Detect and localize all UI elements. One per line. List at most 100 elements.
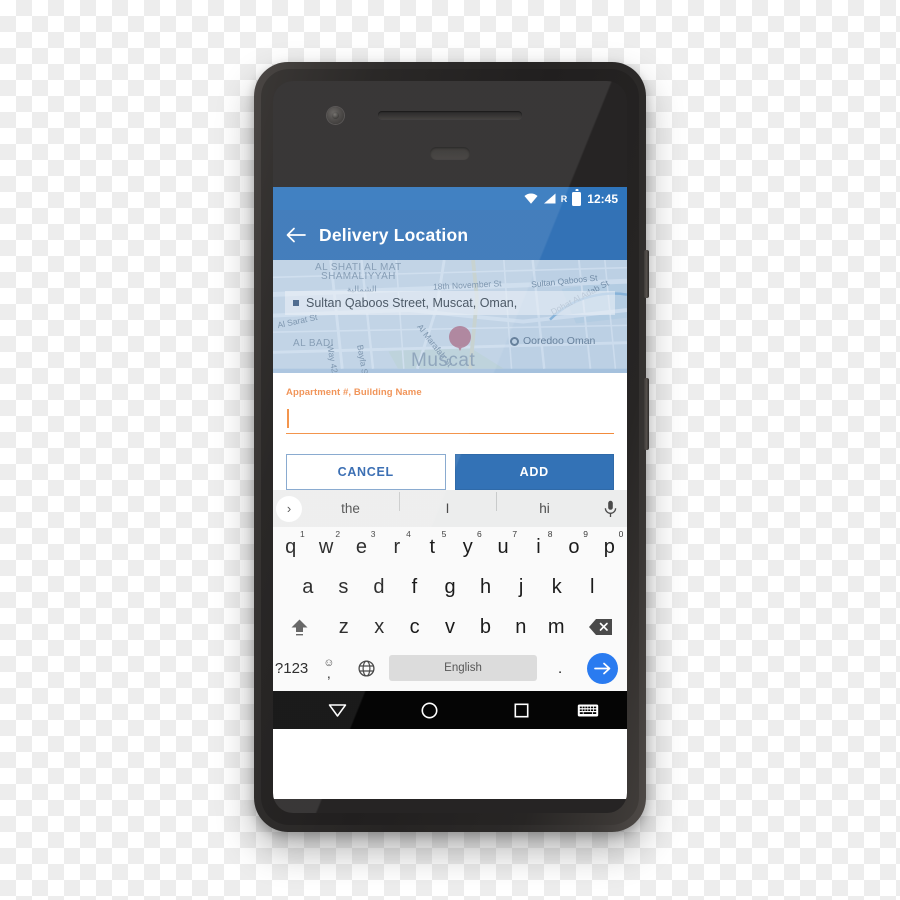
back-arrow-icon[interactable] bbox=[273, 227, 319, 243]
power-button[interactable] bbox=[644, 250, 649, 298]
key-number: 9 bbox=[583, 529, 588, 539]
key-number: 6 bbox=[476, 529, 482, 539]
key-number: 1 bbox=[299, 529, 305, 539]
key-label: u bbox=[497, 535, 509, 558]
signal-icon bbox=[543, 193, 556, 204]
app-bar: Delivery Location bbox=[273, 210, 627, 260]
key-u[interactable]: 7u bbox=[485, 527, 520, 567]
key-i[interactable]: 8i bbox=[521, 527, 556, 567]
key-number: 0 bbox=[618, 529, 624, 539]
suggestion-list: the I hi bbox=[302, 492, 593, 516]
square-icon[interactable] bbox=[501, 691, 541, 729]
triangle-down-icon[interactable] bbox=[317, 691, 357, 729]
key-r[interactable]: 4r bbox=[379, 527, 414, 567]
map-location-pin-icon bbox=[449, 326, 471, 351]
key-f[interactable]: f bbox=[397, 567, 433, 607]
suggestion-strip: › the I hi bbox=[273, 490, 627, 527]
cancel-button[interactable]: CANCEL bbox=[286, 454, 446, 490]
key-v[interactable]: v bbox=[432, 607, 467, 647]
key-label: y bbox=[462, 535, 473, 558]
keyboard-row-4: ?123 ☺ , English . bbox=[273, 647, 627, 689]
phone-device-frame: R 12:45 Delivery Location AL SHATI AL MA… bbox=[254, 62, 649, 832]
keyboard-row-1: 1q 2w 3e 4r 5t 6y 7u 8i 9o 0p bbox=[273, 527, 627, 567]
roaming-indicator: R bbox=[560, 193, 568, 204]
key-number: 8 bbox=[547, 529, 553, 539]
symbols-key[interactable]: ?123 bbox=[273, 647, 310, 689]
enter-key[interactable] bbox=[579, 652, 627, 684]
volume-rocker-button[interactable] bbox=[644, 378, 649, 450]
key-d[interactable]: d bbox=[361, 567, 397, 607]
key-label: q bbox=[285, 535, 297, 558]
phone-glass-front: R 12:45 Delivery Location AL SHATI AL MA… bbox=[273, 81, 627, 813]
key-a[interactable]: a bbox=[290, 567, 326, 607]
key-label: p bbox=[603, 535, 615, 558]
key-j[interactable]: j bbox=[503, 567, 539, 607]
suggestion-item[interactable]: I bbox=[399, 492, 496, 516]
earpiece-speaker bbox=[378, 111, 522, 119]
key-e[interactable]: 3e bbox=[344, 527, 379, 567]
front-camera-icon bbox=[327, 107, 344, 124]
backspace-icon[interactable] bbox=[574, 607, 627, 647]
poi-dot-icon bbox=[510, 336, 519, 346]
proximity-sensor bbox=[430, 147, 470, 160]
key-h[interactable]: h bbox=[468, 567, 504, 607]
battery-icon bbox=[572, 191, 582, 206]
period-key[interactable]: . bbox=[541, 647, 578, 689]
key-number: 2 bbox=[335, 529, 341, 539]
key-g[interactable]: g bbox=[432, 567, 468, 607]
map-label-city: Muscat bbox=[411, 350, 476, 371]
apartment-input[interactable] bbox=[292, 407, 608, 433]
language-globe-icon[interactable] bbox=[347, 647, 384, 689]
map-preview[interactable]: AL SHATI AL MAT SHAMALIYYAH الشمالية 18t… bbox=[273, 260, 627, 373]
key-number: 7 bbox=[512, 529, 518, 539]
key-label: r bbox=[393, 535, 401, 558]
key-s[interactable]: s bbox=[326, 567, 362, 607]
key-y[interactable]: 6y bbox=[450, 527, 485, 567]
key-z[interactable]: z bbox=[326, 607, 361, 647]
key-label: o bbox=[568, 535, 580, 558]
wifi-icon bbox=[524, 193, 538, 204]
key-label: e bbox=[355, 535, 368, 558]
key-p[interactable]: 0p bbox=[592, 527, 627, 567]
map-poi-ooredoo: Ooredoo Oman bbox=[510, 335, 595, 347]
microphone-icon[interactable] bbox=[593, 500, 627, 518]
keyboard-row-2: a s d f g h j k l bbox=[273, 567, 627, 607]
add-button[interactable]: ADD bbox=[454, 454, 614, 490]
keyboard-row-3: z x c v b n m bbox=[273, 607, 627, 647]
key-b[interactable]: b bbox=[468, 607, 503, 647]
shift-icon[interactable] bbox=[273, 607, 326, 647]
comma-label: , bbox=[326, 664, 331, 681]
key-t[interactable]: 5t bbox=[415, 527, 450, 567]
suggestion-item[interactable]: hi bbox=[496, 492, 593, 516]
key-q[interactable]: 1q bbox=[273, 527, 308, 567]
key-l[interactable]: l bbox=[574, 567, 610, 607]
key-n[interactable]: n bbox=[503, 607, 538, 647]
apartment-field-label: Appartment #, Building Name bbox=[286, 387, 422, 398]
apartment-field-wrapper[interactable] bbox=[286, 407, 614, 434]
suggestion-item[interactable]: the bbox=[302, 501, 399, 516]
phone-inner-bezel: R 12:45 Delivery Location AL SHATI AL MA… bbox=[261, 69, 639, 825]
address-display-bar[interactable]: Sultan Qaboos Street, Muscat, Oman, bbox=[285, 291, 615, 315]
key-number: 3 bbox=[370, 529, 376, 539]
key-m[interactable]: m bbox=[539, 607, 574, 647]
spacebar[interactable]: English bbox=[388, 655, 538, 681]
key-label: i bbox=[536, 535, 541, 558]
form-button-row: CANCEL ADD bbox=[286, 454, 614, 490]
keyboard-icon[interactable] bbox=[567, 703, 609, 718]
key-label: t bbox=[429, 535, 436, 558]
key-label: w bbox=[318, 535, 334, 558]
virtual-keyboard: › the I hi 1 q 2 w 3 e 4 r 5 t 6 y 7 u 8… bbox=[273, 490, 627, 691]
key-k[interactable]: k bbox=[539, 567, 575, 607]
emoji-comma-key[interactable]: ☺ , bbox=[310, 647, 347, 689]
key-x[interactable]: x bbox=[361, 607, 396, 647]
key-c[interactable]: c bbox=[397, 607, 432, 647]
key-w[interactable]: 2w bbox=[308, 527, 343, 567]
status-bar: R 12:45 bbox=[273, 187, 627, 210]
key-o[interactable]: 9o bbox=[556, 527, 591, 567]
poi-label: Ooredoo Oman bbox=[523, 335, 596, 347]
circle-icon[interactable] bbox=[409, 691, 449, 729]
chevron-right-icon[interactable]: › bbox=[276, 495, 302, 522]
key-number: 5 bbox=[441, 529, 447, 539]
map-label: SHAMALIYYAH bbox=[321, 271, 396, 282]
page-title: Delivery Location bbox=[319, 224, 469, 245]
